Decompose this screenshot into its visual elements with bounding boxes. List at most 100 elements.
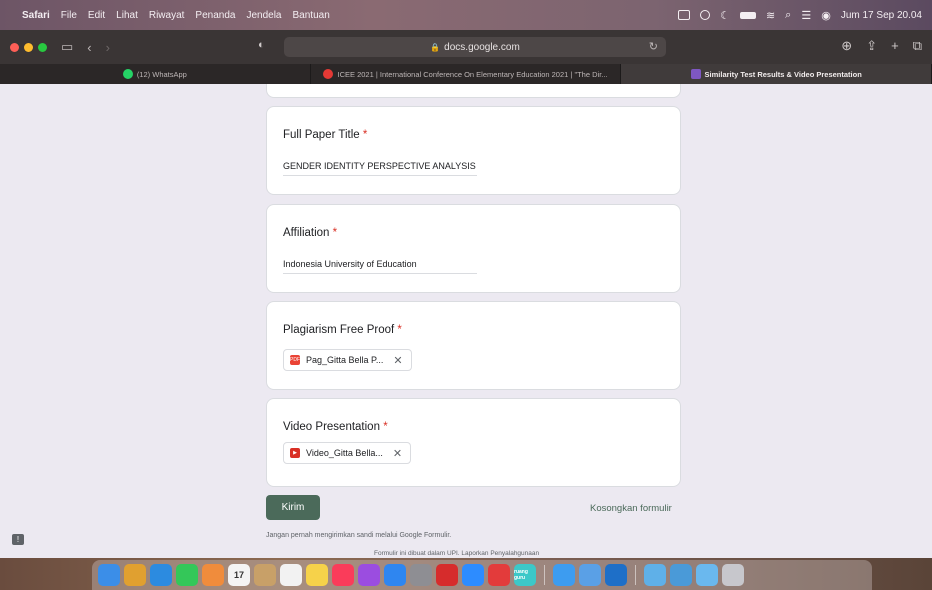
dock-separator: [544, 565, 545, 585]
toolbar-actions: ⊕ ⇪ + ⧉: [841, 38, 922, 54]
notes-icon[interactable]: [306, 564, 328, 586]
required-mark: *: [383, 421, 388, 433]
question-label: Full Paper Title *: [283, 129, 367, 141]
forms-icon: [690, 69, 701, 79]
trash-icon[interactable]: [722, 564, 744, 586]
uploaded-file-chip[interactable]: ▶ Video_Gitta Bella... ✕: [283, 442, 412, 464]
ruangguru-icon[interactable]: ruang guru: [514, 564, 536, 586]
status-menus: ☾ ≋ ⌕ ☰ ◉ Jum 17 Sep 20.04: [678, 9, 922, 22]
tab-label: (12) WhatsApp: [136, 69, 187, 79]
browser-toolbar: ▭ ‹ › ◐ 🔒 docs.google.com ↻ ⊕ ⇪ + ⧉: [0, 30, 932, 64]
appstore-icon[interactable]: [384, 564, 406, 586]
record-icon[interactable]: [700, 10, 711, 20]
menu-bar: Safari File Edit Lihat Riwayat Penanda J…: [0, 0, 932, 30]
menu-file[interactable]: File: [61, 10, 77, 21]
close-window-icon[interactable]: [10, 42, 19, 52]
previous-question-card: [266, 84, 681, 98]
video-file-icon: ▶: [290, 448, 300, 458]
affiliation-input[interactable]: Indonesia University of Education: [283, 259, 477, 274]
menu-window[interactable]: Jendela: [246, 10, 281, 21]
tab-whatsapp[interactable]: (12) WhatsApp: [0, 64, 311, 84]
messages-icon[interactable]: [176, 564, 198, 586]
launchpad-icon[interactable]: [124, 564, 146, 586]
quicktime-icon[interactable]: [605, 564, 627, 586]
moon-icon[interactable]: ☾: [720, 9, 730, 22]
minimize-window-icon[interactable]: [24, 42, 33, 52]
tab-overview-icon[interactable]: ⧉: [913, 38, 922, 54]
clear-form-link[interactable]: Kosongkan formulir: [590, 503, 672, 514]
zoom-window-icon[interactable]: [38, 42, 47, 52]
wifi-icon[interactable]: ≋: [766, 9, 775, 22]
full-paper-title-input[interactable]: GENDER IDENTITY PERSPECTIVE ANALYSIS O: [283, 161, 477, 176]
downloads-icon[interactable]: ⊕: [841, 38, 852, 54]
preview-icon[interactable]: [579, 564, 601, 586]
photos-icon[interactable]: [202, 564, 224, 586]
settings-icon[interactable]: [410, 564, 432, 586]
remove-file-icon[interactable]: ✕: [393, 447, 402, 460]
uploaded-file-chip[interactable]: PDF Pag_Gitta Bella P... ✕: [283, 349, 412, 371]
form-footer-note[interactable]: Formulir ini dibuat dalam UPI. Laporkan …: [374, 550, 539, 557]
reminders-icon[interactable]: [280, 564, 302, 586]
file-name: Pag_Gitta Bella P...: [306, 355, 384, 365]
tab-label: Similarity Test Results & Video Presenta…: [704, 69, 862, 79]
spotlight-search-icon[interactable]: ⌕: [785, 9, 791, 22]
required-mark: *: [332, 227, 338, 239]
tab-similarity-form[interactable]: Similarity Test Results & Video Presenta…: [621, 64, 932, 84]
finder-icon[interactable]: [98, 564, 120, 586]
question-text: Full Paper Title: [283, 129, 360, 141]
siri-icon[interactable]: ◉: [821, 9, 831, 22]
folder-downloads-icon[interactable]: [644, 564, 666, 586]
tab-icee[interactable]: ICEE 2021 | International Conference On …: [311, 64, 622, 84]
new-tab-icon[interactable]: +: [891, 38, 899, 54]
question-label: Plagiarism Free Proof *: [283, 324, 402, 336]
safari-icon[interactable]: [150, 564, 172, 586]
dock: 17 ruang guru: [92, 560, 872, 590]
question-label: Video Presentation *: [283, 421, 388, 433]
remove-file-icon[interactable]: ✕: [393, 354, 402, 367]
dock-separator: [635, 565, 636, 585]
privacy-shield-icon[interactable]: ◐: [258, 39, 265, 51]
clock[interactable]: Jum 17 Sep 20.04: [841, 10, 922, 21]
control-center-icon[interactable]: ☰: [801, 9, 811, 22]
battery-icon[interactable]: [739, 11, 756, 19]
sidebar-toggle-icon[interactable]: ▭: [61, 39, 73, 55]
menu-edit[interactable]: Edit: [88, 10, 105, 21]
question-card-title: Full Paper Title * GENDER IDENTITY PERSP…: [266, 106, 681, 195]
question-card-affiliation: Affiliation * Indonesia University of Ed…: [266, 204, 681, 293]
contacts-icon[interactable]: [254, 564, 276, 586]
menu-history[interactable]: Riwayat: [149, 10, 185, 21]
menu-safari[interactable]: Safari: [22, 10, 50, 21]
screen-mirror-icon[interactable]: [678, 10, 691, 20]
question-text: Video Presentation: [283, 421, 380, 433]
submit-button[interactable]: Kirim: [266, 495, 320, 520]
podcasts-icon[interactable]: [358, 564, 380, 586]
forward-icon[interactable]: ›: [106, 40, 110, 55]
url-text: docs.google.com: [444, 41, 520, 53]
required-mark: *: [397, 324, 402, 336]
report-feedback-icon[interactable]: !: [12, 534, 24, 545]
tab-bar: (12) WhatsApp ICEE 2021 | International …: [0, 64, 932, 84]
question-card-plagiarism: Plagiarism Free Proof * PDF Pag_Gitta Be…: [266, 301, 681, 390]
address-bar[interactable]: 🔒 docs.google.com ↻: [284, 37, 666, 57]
pdf-file-icon: PDF: [290, 355, 300, 365]
calendar-icon[interactable]: 17: [228, 564, 250, 586]
music-icon[interactable]: [332, 564, 354, 586]
menu-help[interactable]: Bantuan: [293, 10, 330, 21]
menu-view[interactable]: Lihat: [116, 10, 138, 21]
back-icon[interactable]: ‹: [87, 40, 91, 55]
share-icon[interactable]: ⇪: [866, 38, 877, 54]
wps-icon[interactable]: [488, 564, 510, 586]
folder-stack-icon[interactable]: [670, 564, 692, 586]
icee-icon: [323, 69, 334, 79]
tab-label: ICEE 2021 | International Conference On …: [337, 69, 608, 79]
question-text: Affiliation: [283, 227, 330, 239]
folder-docs-icon[interactable]: [696, 564, 718, 586]
photo-booth-icon[interactable]: [436, 564, 458, 586]
question-text: Plagiarism Free Proof: [283, 324, 395, 336]
reload-icon[interactable]: ↻: [649, 40, 658, 53]
zoom-icon[interactable]: [462, 564, 484, 586]
menu-bookmarks[interactable]: Penanda: [195, 10, 235, 21]
mail-icon[interactable]: [553, 564, 575, 586]
question-card-video: Video Presentation * ▶ Video_Gitta Bella…: [266, 398, 681, 487]
window-controls: [10, 42, 47, 52]
